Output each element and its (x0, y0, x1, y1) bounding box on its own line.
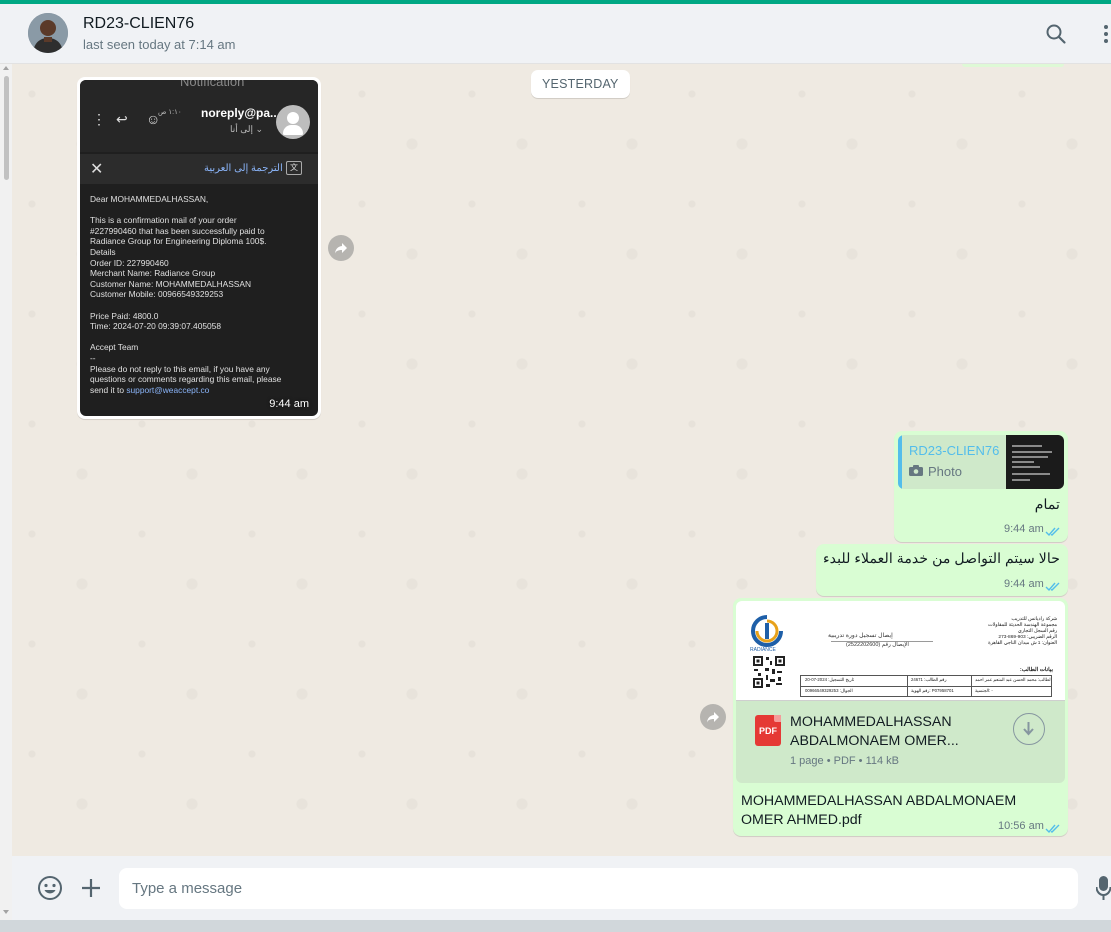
email-body: Dear MOHAMMEDALHASSAN, This is a confirm… (90, 194, 312, 395)
email-avatar-icon (276, 105, 310, 139)
read-ticks-icon (1045, 527, 1060, 537)
table-cell: اسم الطالب: محمد الحسن عبد المنعم عمر أح… (975, 677, 1051, 682)
radiance-logo-icon (751, 615, 783, 647)
section-title: بيانات الطالب: (1019, 667, 1053, 673)
quote-kind: Photo (928, 464, 962, 479)
message-time: 10:56 am (998, 820, 1044, 832)
quote-author: RD23-CLIEN76 (909, 443, 1000, 458)
forward-icon[interactable] (328, 235, 354, 261)
student-table: 20-07-2024 :تاريخ التسجيل رقم الطالب: 24… (800, 675, 1052, 697)
message-text: تمام (1034, 497, 1060, 513)
microphone-icon[interactable] (1095, 875, 1111, 906)
camera-icon (909, 465, 923, 476)
table-cell: 00966549329253 :الجوال (805, 688, 853, 693)
forward-icon[interactable] (700, 704, 726, 730)
qr-code-icon (752, 655, 786, 689)
quoted-message[interactable]: RD23-CLIEN76 Photo (898, 435, 1064, 489)
scrollbar-thumb[interactable] (4, 76, 9, 180)
attach-plus-icon[interactable] (79, 876, 103, 905)
chat-header[interactable]: RD23-CLIEN76 last seen today at 7:14 am (0, 4, 1111, 64)
message-time: 9:44 am (1004, 523, 1044, 535)
file-name-line: ABDALMONAEM OMER... (790, 733, 959, 749)
email-header: Notification ⋮ ↩ ☺ ١:١٠ ص noreply@pa... … (80, 80, 318, 152)
window-bottom-border (0, 920, 1111, 932)
avatar[interactable] (28, 13, 68, 53)
table-cell: 20-07-2024 :تاريخ التسجيل (805, 677, 855, 682)
download-icon[interactable] (1013, 713, 1045, 745)
table-cell: رقم الطالب: 24671 (911, 677, 947, 682)
document-file-name: MOHAMMEDALHASSAN ABDALMONAEM OMER... (790, 713, 976, 751)
date-separator: YESTERDAY (531, 70, 630, 98)
more-vertical-icon[interactable] (1094, 22, 1111, 46)
receipt-number: (2522202600) الإيصال رقم (846, 642, 909, 648)
translate-icon: 文 (286, 161, 302, 175)
file-name-line: MOHAMMEDALHASSAN (790, 714, 952, 730)
email-screenshot-image[interactable]: Notification ⋮ ↩ ☺ ١:١٠ ص noreply@pa... … (80, 80, 318, 416)
email-partial-title: Notification (180, 80, 245, 89)
message-time: 9:44 am (1004, 578, 1044, 590)
support-email-link: support@weaccept.co (126, 384, 210, 395)
email-reply-icon: ↩ (116, 111, 128, 127)
message-time: 9:44 am (269, 398, 309, 410)
table-cell: الجنسية: - (975, 688, 993, 693)
email-more-icon: ⋮ (92, 111, 106, 127)
email-body-lines: Dear MOHAMMEDALHASSAN, This is a confirm… (90, 194, 282, 385)
document-card[interactable]: PDF MOHAMMEDALHASSAN ABDALMONAEM OMER...… (736, 701, 1065, 783)
last-seen-status: last seen today at 7:14 am (83, 37, 236, 52)
outgoing-reply-message[interactable]: RD23-CLIEN76 Photo تمام 9:44 am (894, 431, 1068, 542)
email-recipient: إلى أنا ⌄ (230, 124, 264, 134)
previous-message-fragment (962, 64, 1064, 67)
address-line: العنوان: 1 ش ميدان الناجي القاهرة (988, 641, 1057, 646)
email-body-last-line: send it to (90, 384, 127, 395)
scroll-up-arrow-icon[interactable] (3, 66, 9, 70)
message-text: حالا سيتم التواصل من خدمة العملاء للبدء (822, 551, 1060, 567)
contact-name[interactable]: RD23-CLIEN76 (83, 15, 194, 33)
close-icon: ✕ (90, 161, 104, 178)
read-ticks-icon (1045, 824, 1060, 834)
scroll-down-arrow-icon[interactable] (3, 910, 9, 914)
incoming-image-message[interactable]: Notification ⋮ ↩ ☺ ١:١٠ ص noreply@pa... … (77, 77, 321, 419)
org-info: شركة راديانس للتدريب مجموعة الهندسة الحد… (988, 617, 1057, 647)
quote-thumbnail-image (1006, 435, 1064, 489)
message-input[interactable] (119, 868, 1078, 909)
translate-label: الترجمة إلى العربية (204, 163, 283, 174)
email-sender: noreply@pa... (201, 106, 281, 120)
receipt-title: إيصال تسجيل دورة تدريبية (828, 633, 893, 639)
scrollbar[interactable] (0, 64, 12, 920)
quote-accent-bar (898, 435, 902, 489)
email-time: ١:١٠ ص (158, 109, 182, 116)
emoji-icon[interactable] (37, 875, 63, 906)
email-translate-bar: ✕ الترجمة إلى العربية 文 (80, 154, 318, 184)
pdf-file-icon: PDF (755, 715, 781, 746)
read-ticks-icon (1045, 582, 1060, 592)
outgoing-document-message[interactable]: RADIANCE إيصال تسجيل دورة تدريبية (25222… (733, 598, 1068, 836)
logo-caption: RADIANCE (750, 647, 776, 653)
search-icon[interactable] (1044, 22, 1068, 46)
table-cell: رقم الهوية: P07958701 (911, 688, 954, 693)
document-meta: 1 page • PDF • 114 kB (790, 755, 900, 767)
outgoing-text-message[interactable]: حالا سيتم التواصل من خدمة العملاء للبدء … (816, 544, 1068, 596)
pdf-preview-image[interactable]: RADIANCE إيصال تسجيل دورة تدريبية (25222… (736, 601, 1065, 701)
